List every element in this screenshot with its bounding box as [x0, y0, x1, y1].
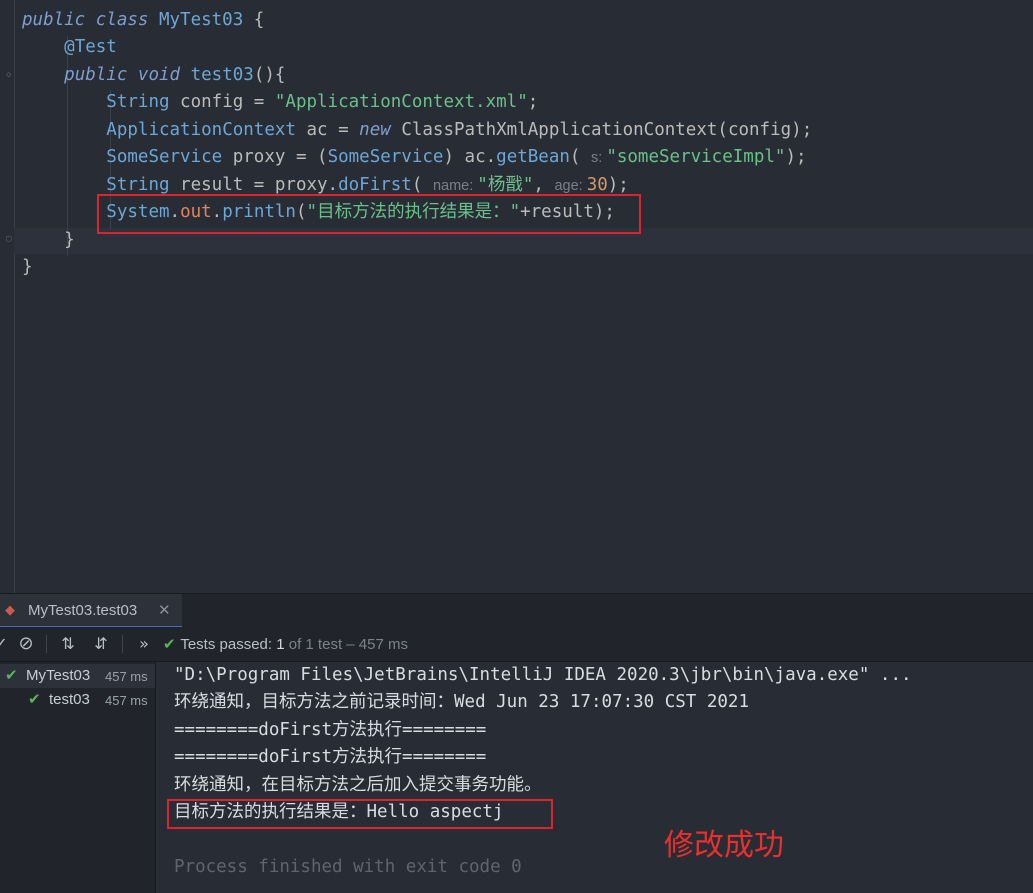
console-line: 环绕通知，目标方法之前记录时间：Wed Jun 23 17:07:30 CST … [174, 692, 750, 712]
tests-detail: of 1 test – 457 ms [284, 636, 408, 653]
code-token: { [243, 10, 265, 30]
code-token: doFirst [338, 175, 412, 195]
code-line-9[interactable]: } [22, 227, 75, 254]
code-token: age: [554, 178, 587, 194]
console-line: ========doFirst方法执行======== [174, 747, 487, 767]
code-token: "ApplicationContext.xml" [274, 92, 528, 112]
code-token: ac = [295, 120, 360, 140]
code-line-1[interactable]: public class MyTest03 { [22, 7, 264, 34]
code-token: proxy = ( [222, 147, 328, 167]
tree-item-time: 457 ms [105, 669, 148, 684]
console-line: "D:\Program Files\JetBrains\IntelliJ IDE… [174, 665, 912, 685]
code-token: s: [591, 150, 607, 166]
tab-run-config[interactable]: ◆ MyTest03.test03 ✕ [0, 594, 182, 628]
code-token: } [22, 257, 33, 277]
code-token: ( [411, 175, 433, 195]
tree-item-method[interactable]: ✔ test03 457 ms [0, 688, 155, 712]
fold-icon[interactable]: ◇ [6, 70, 16, 80]
code-token: (){ [253, 65, 286, 85]
tree-item-class[interactable]: ✔ MyTest03 457 ms [0, 664, 155, 688]
code-token: ApplicationContext [106, 120, 296, 140]
code-token: ); [785, 147, 807, 167]
code-token: ClassPathXmlApplicationContext(config); [401, 120, 813, 140]
code-line-5[interactable]: ApplicationContext ac = new ClassPathXml… [22, 117, 812, 144]
code-token: ; [527, 92, 539, 112]
console-line: 环绕通知，在目标方法之后加入提交事务功能。 [174, 775, 542, 795]
code-token: config = [169, 92, 275, 112]
pass-check-icon: ✔ [163, 635, 181, 653]
rerun-icon[interactable]: ✓ [0, 633, 8, 655]
stop-icon[interactable]: ⊘ [14, 633, 38, 655]
code-editor[interactable]: ◇ ▢ public class MyTest03 { @Test public… [0, 0, 1033, 593]
code-token: result = proxy. [169, 175, 339, 195]
test-tree[interactable]: ✔ MyTest03 457 ms ✔ test03 457 ms [0, 662, 156, 893]
code-token: new [359, 120, 402, 140]
highlight-box-output [167, 799, 553, 829]
more-actions-icon[interactable]: » [134, 633, 154, 655]
code-token: SomeService [106, 147, 223, 167]
code-token: MyTest03 [158, 10, 244, 30]
code-token: , [533, 175, 555, 195]
tree-item-label: MyTest03 [26, 667, 91, 684]
code-token: "someServiceImpl" [606, 147, 786, 167]
highlight-box-code [97, 194, 641, 234]
sort-duration-icon[interactable]: ⇵ [89, 633, 113, 655]
code-line-4[interactable]: String config = "ApplicationContext.xml"… [22, 89, 538, 116]
tests-status: ✔ Tests passed: 1 of 1 test – 457 ms [163, 635, 408, 653]
run-config-icon: ◆ [5, 603, 15, 618]
editor-gutter[interactable]: ◇ ▢ [0, 0, 15, 593]
code-token: getBean [496, 147, 570, 167]
code-line-6[interactable]: SomeService proxy = (SomeService) ac.get… [22, 144, 807, 171]
tests-passed-count: 1 [276, 636, 285, 653]
tab-label: MyTest03.test03 [28, 602, 138, 619]
pass-check-icon: ✔ [28, 690, 41, 708]
tree-item-label: test03 [49, 691, 90, 708]
code-token: 30 [586, 175, 608, 195]
code-line-3[interactable]: public void test03(){ [22, 62, 285, 89]
code-token: ( [569, 147, 591, 167]
annotation-note: 修改成功 [664, 828, 784, 863]
toolbar-divider [46, 635, 47, 653]
run-tab-bar: ◆ MyTest03.test03 ✕ [0, 593, 1033, 628]
code-token: name: [432, 178, 478, 194]
pass-check-icon: ✔ [5, 666, 18, 684]
code-line-10[interactable]: } [22, 254, 33, 281]
console-line: ========doFirst方法执行======== [174, 720, 487, 740]
code-token: public void [64, 65, 191, 85]
code-token: @Test [64, 37, 117, 57]
code-token: test03 [190, 65, 254, 85]
code-line-2[interactable]: @Test [22, 34, 117, 61]
code-token: } [22, 230, 75, 250]
test-toolbar: ✓ ⊘ ⇅ ⇵ » ✔ Tests passed: 1 of 1 test – … [0, 627, 1033, 662]
code-token: ); [607, 175, 629, 195]
tests-passed-label: Tests passed: [180, 636, 277, 653]
console-exit-line: Process finished with exit code 0 [174, 857, 522, 877]
sort-alpha-icon[interactable]: ⇅ [56, 633, 80, 655]
code-token: String [106, 175, 170, 195]
toolbar-divider [122, 635, 123, 653]
console-output[interactable]: "D:\Program Files\JetBrains\IntelliJ IDE… [156, 662, 1033, 893]
code-token: "杨戬" [477, 175, 534, 195]
tree-item-time: 457 ms [105, 693, 148, 708]
code-token: ) ac. [443, 147, 497, 167]
close-icon[interactable]: ✕ [158, 601, 171, 619]
code-token: String [106, 92, 170, 112]
code-token: public class [22, 10, 159, 30]
code-token: SomeService [327, 147, 444, 167]
